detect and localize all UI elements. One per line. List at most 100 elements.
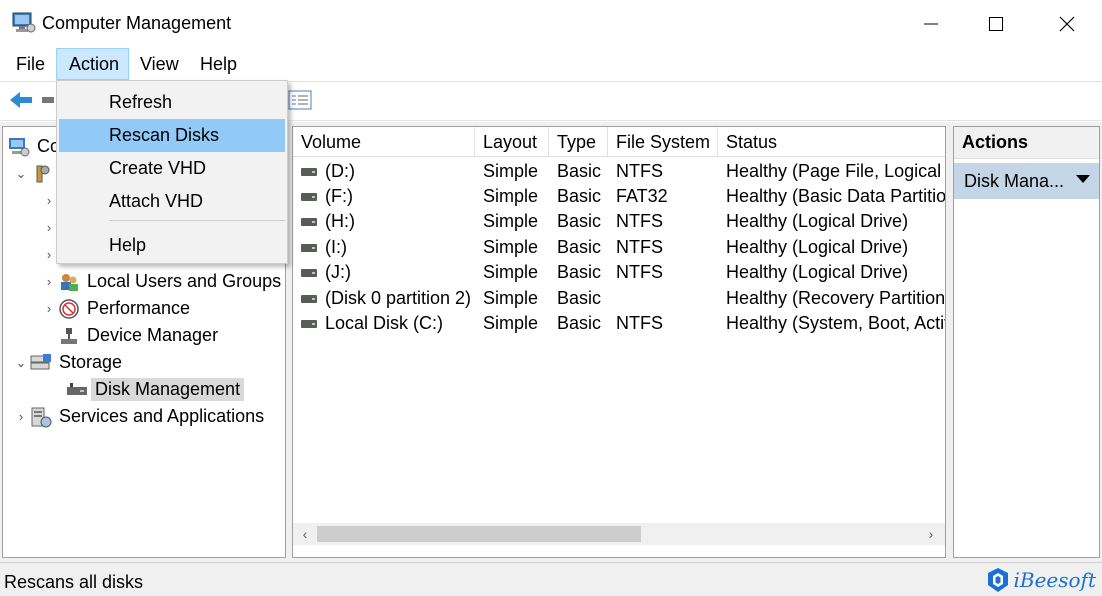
cell-status: Healthy (Logical Drive): [726, 262, 909, 282]
cell-status: Healthy (Logical Drive): [726, 211, 909, 231]
menu-item-attach-vhd[interactable]: Attach VHD: [59, 185, 285, 218]
disk-icon: [301, 319, 317, 328]
cell-layout: Simple: [483, 262, 539, 282]
tree-performance[interactable]: › Performance: [41, 295, 190, 322]
ibeesoft-logo-icon: [988, 568, 1009, 592]
tree-local-users[interactable]: › Local Users and Groups: [41, 268, 281, 295]
table-row[interactable]: (H:) Simple Basic NTFS Healthy (Logical …: [293, 209, 945, 234]
tree-system-tools[interactable]: ⌄: [13, 160, 59, 187]
scroll-left-icon[interactable]: ‹: [295, 524, 315, 544]
menu-help[interactable]: Help: [188, 48, 249, 80]
column-header-status[interactable]: Status: [718, 127, 945, 157]
chevron-right-icon[interactable]: ›: [41, 274, 57, 289]
tree-item-label: Disk Management: [91, 378, 245, 401]
cell-layout: Simple: [483, 237, 539, 257]
tree-disk-management[interactable]: Disk Management: [65, 376, 245, 403]
volume-list[interactable]: Volume Layout Type File System Status (D…: [292, 126, 946, 558]
scroll-thumb[interactable]: [317, 526, 641, 542]
status-text: Rescans all disks: [4, 572, 144, 592]
cell-file-system: NTFS: [616, 262, 663, 282]
tree-item-label: Services and Applications: [59, 406, 265, 426]
device-manager-icon: [57, 325, 81, 347]
disk-icon: [301, 294, 317, 303]
tree-item-label: Performance: [87, 298, 191, 318]
disk-icon: [301, 243, 317, 252]
chevron-right-icon[interactable]: ›: [41, 193, 57, 208]
close-button[interactable]: [1032, 0, 1102, 48]
menu-item-help[interactable]: Help: [59, 229, 285, 262]
forward-arrow-icon[interactable]: [42, 95, 56, 105]
menu-item-create-vhd[interactable]: Create VHD: [59, 152, 285, 185]
cell-volume: (F:): [325, 186, 353, 206]
column-header-layout[interactable]: Layout: [475, 127, 549, 157]
cell-type: Basic: [557, 237, 602, 257]
cell-layout: Simple: [483, 288, 539, 308]
menu-action[interactable]: Action: [56, 48, 129, 80]
tree-services-apps[interactable]: › Services and Applications: [13, 403, 264, 430]
cell-file-system: FAT32: [616, 186, 668, 206]
minimize-button[interactable]: [896, 0, 966, 48]
column-header-volume[interactable]: Volume: [293, 127, 475, 157]
column-header-file-system[interactable]: File System: [608, 127, 718, 157]
tree-storage[interactable]: ⌄ Storage: [13, 349, 123, 376]
menu-view[interactable]: View: [128, 48, 191, 80]
table-row[interactable]: (F:) Simple Basic FAT32 Healthy (Basic D…: [293, 184, 945, 209]
back-arrow-icon[interactable]: [8, 90, 34, 110]
cell-volume: (J:): [325, 262, 351, 282]
chevron-right-icon[interactable]: ›: [41, 220, 57, 235]
action-menu: Refresh Rescan Disks Create VHD Attach V…: [56, 80, 288, 264]
tree-root[interactable]: Co: [7, 133, 60, 160]
cell-type: Basic: [557, 288, 602, 308]
status-bar: Rescans all disks iBeesoft: [0, 562, 1102, 596]
minimize-icon: [924, 23, 938, 25]
chevron-right-icon[interactable]: ›: [41, 301, 57, 316]
computer-management-icon: [7, 136, 31, 158]
cell-status: Healthy (Page File, Logical D: [726, 161, 945, 181]
cell-type: Basic: [557, 161, 602, 181]
tree-collapsed-item[interactable]: ›: [41, 241, 57, 268]
scroll-right-icon[interactable]: ›: [921, 524, 941, 544]
cell-type: Basic: [557, 262, 602, 282]
table-row[interactable]: (Disk 0 partition 2) Simple Basic Health…: [293, 286, 945, 311]
table-row[interactable]: (I:) Simple Basic NTFS Healthy (Logical …: [293, 235, 945, 260]
cell-status: Healthy (System, Boot, Activ: [726, 313, 945, 333]
cell-layout: Simple: [483, 313, 539, 333]
chevron-right-icon[interactable]: ›: [41, 247, 57, 262]
table-row[interactable]: Local Disk (C:) Simple Basic NTFS Health…: [293, 311, 945, 336]
dropdown-arrow-icon[interactable]: [1076, 175, 1090, 183]
cell-volume: (Disk 0 partition 2): [325, 288, 472, 308]
system-tools-icon: [29, 163, 53, 185]
users-icon: [57, 271, 81, 293]
chevron-down-icon[interactable]: ⌄: [13, 355, 29, 371]
cell-layout: Simple: [483, 161, 539, 181]
cell-status: Healthy (Logical Drive): [726, 237, 909, 257]
horizontal-scrollbar[interactable]: ‹ ›: [293, 523, 945, 545]
cell-status: Healthy (Basic Data Partition: [726, 186, 945, 206]
cell-status: Healthy (Recovery Partition: [726, 288, 945, 308]
menu-file[interactable]: File: [4, 48, 57, 80]
cell-volume: (I:): [325, 237, 347, 257]
window-title: Computer Management: [42, 13, 232, 33]
table-row[interactable]: (J:) Simple Basic NTFS Healthy (Logical …: [293, 260, 945, 285]
chevron-down-icon[interactable]: ⌄: [13, 166, 29, 182]
chevron-right-icon[interactable]: ›: [13, 409, 29, 424]
tree-collapsed-item[interactable]: ›: [41, 214, 57, 241]
menu-bar: File Action View Help: [0, 48, 1102, 80]
disk-icon: [301, 268, 317, 277]
performance-icon: [57, 298, 81, 320]
cell-file-system: NTFS: [616, 313, 663, 333]
properties-icon[interactable]: [288, 90, 312, 110]
column-header-type[interactable]: Type: [549, 127, 608, 157]
tree-collapsed-item[interactable]: ›: [41, 187, 57, 214]
disk-icon: [301, 217, 317, 226]
table-row[interactable]: (D:) Simple Basic NTFS Healthy (Page Fil…: [293, 159, 945, 184]
tree-device-manager[interactable]: Device Manager: [57, 322, 218, 349]
maximize-button[interactable]: [961, 0, 1031, 48]
menu-item-refresh[interactable]: Refresh: [59, 86, 285, 119]
menu-item-rescan-disks[interactable]: Rescan Disks: [59, 119, 285, 152]
cell-volume: (D:): [325, 161, 355, 181]
tree-item-label: Local Users and Groups: [87, 271, 282, 291]
list-header: Volume Layout Type File System Status: [293, 127, 945, 157]
actions-disk-management[interactable]: Disk Mana...: [954, 163, 1099, 199]
watermark-text: iBeesoft: [1013, 568, 1096, 592]
